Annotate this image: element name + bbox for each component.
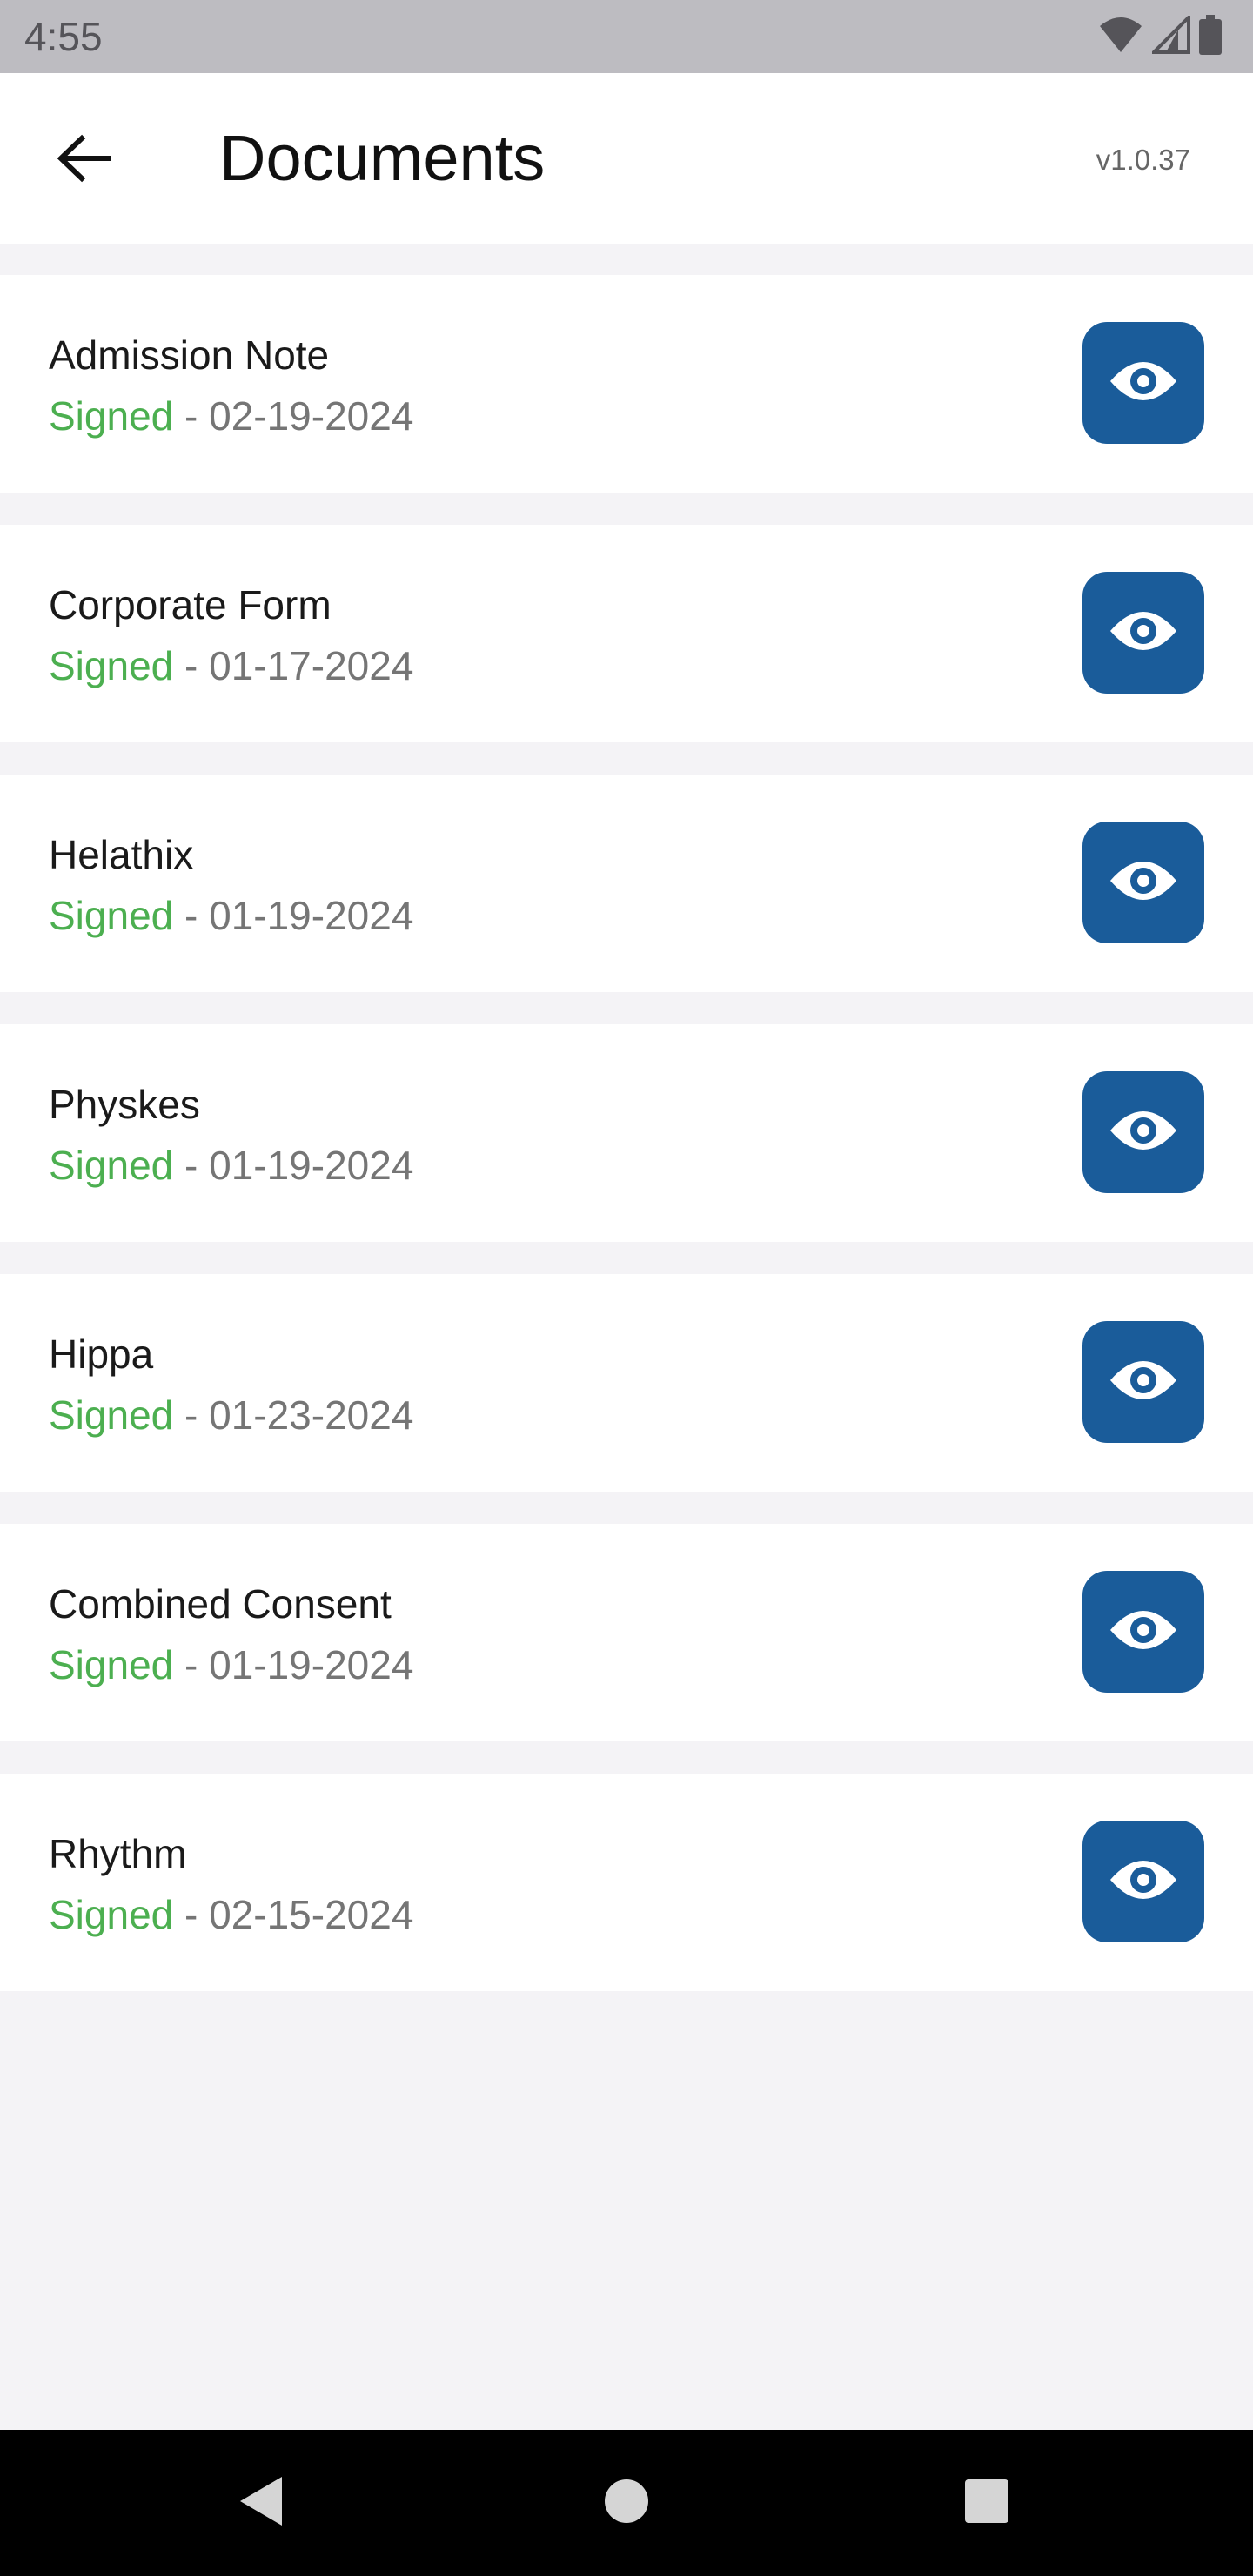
document-status: Signed	[49, 1642, 174, 1687]
document-name: Rhythm	[49, 1831, 187, 1876]
eye-icon	[1109, 1607, 1178, 1657]
view-document-button[interactable]	[1082, 822, 1204, 943]
document-status-line: Signed - 01-19-2024	[49, 1141, 413, 1190]
nav-back-icon	[237, 2475, 285, 2532]
document-name: Admission Note	[49, 332, 330, 378]
document-card: Rhythm Signed - 02-15-2024	[0, 1774, 1253, 1991]
nav-recents-button[interactable]	[950, 2466, 1023, 2539]
document-name: Corporate Form	[49, 582, 332, 627]
version-label: v1.0.37	[1096, 144, 1190, 176]
app-bar: Documents v1.0.37	[0, 73, 1253, 244]
view-document-button[interactable]	[1082, 1071, 1204, 1193]
eye-icon	[1109, 1108, 1178, 1157]
document-card: Admission Note Signed - 02-19-2024	[0, 275, 1253, 493]
nav-back-button[interactable]	[224, 2466, 298, 2539]
document-card: Hippa Signed - 01-23-2024	[0, 1274, 1253, 1492]
document-name: Physkes	[49, 1082, 200, 1127]
document-status: Signed	[49, 643, 174, 688]
eye-icon	[1109, 1358, 1178, 1407]
document-date: - 01-17-2024	[173, 643, 414, 688]
view-document-button[interactable]	[1082, 1321, 1204, 1443]
document-status-line: Signed - 01-23-2024	[49, 1391, 413, 1439]
document-card: Helathix Signed - 01-19-2024	[0, 775, 1253, 992]
document-status-line: Signed - 01-19-2024	[49, 891, 413, 940]
document-card: Corporate Form Signed - 01-17-2024	[0, 525, 1253, 742]
document-status: Signed	[49, 1392, 174, 1438]
document-card: Physkes Signed - 01-19-2024	[0, 1024, 1253, 1242]
document-name: Hippa	[49, 1332, 154, 1377]
document-date: - 01-19-2024	[173, 1143, 414, 1188]
document-status: Signed	[49, 893, 174, 938]
document-card: Combined Consent Signed - 01-19-2024	[0, 1524, 1253, 1741]
status-icons	[1098, 12, 1222, 59]
document-status-line: Signed - 01-17-2024	[49, 641, 413, 690]
battery-icon	[1199, 14, 1222, 59]
status-time: 4:55	[24, 14, 103, 59]
document-date: - 02-15-2024	[173, 1892, 414, 1937]
document-status-line: Signed - 01-19-2024	[49, 1640, 413, 1689]
view-document-button[interactable]	[1082, 1571, 1204, 1693]
eye-icon	[1109, 608, 1178, 658]
view-document-button[interactable]	[1082, 1821, 1204, 1942]
document-status-line: Signed - 02-15-2024	[49, 1890, 413, 1939]
nav-home-button[interactable]	[590, 2466, 663, 2539]
nav-recents-icon	[964, 2479, 1009, 2528]
nav-home-icon	[604, 2479, 649, 2528]
wifi-icon	[1098, 16, 1143, 58]
document-status: Signed	[49, 1892, 174, 1937]
document-date: - 01-19-2024	[173, 1642, 414, 1687]
document-date: - 01-19-2024	[173, 893, 414, 938]
eye-icon	[1109, 858, 1178, 908]
cell-signal-icon	[1149, 12, 1190, 58]
view-document-button[interactable]	[1082, 572, 1204, 694]
system-nav-bar	[0, 2430, 1253, 2576]
page-title: Documents	[219, 122, 546, 194]
eye-icon	[1109, 1857, 1178, 1907]
back-button[interactable]	[42, 118, 125, 202]
document-status: Signed	[49, 1143, 174, 1188]
document-status: Signed	[49, 393, 174, 439]
document-name: Combined Consent	[49, 1581, 392, 1627]
eye-icon	[1109, 359, 1178, 408]
arrow-back-icon	[56, 134, 111, 187]
document-status-line: Signed - 02-19-2024	[49, 392, 413, 440]
document-list: Admission Note Signed - 02-19-2024 Corpo…	[0, 275, 1253, 2023]
document-date: - 02-19-2024	[173, 393, 414, 439]
view-document-button[interactable]	[1082, 322, 1204, 444]
document-name: Helathix	[49, 832, 194, 877]
document-date: - 01-23-2024	[173, 1392, 414, 1438]
status-bar: 4:55	[0, 0, 1253, 73]
